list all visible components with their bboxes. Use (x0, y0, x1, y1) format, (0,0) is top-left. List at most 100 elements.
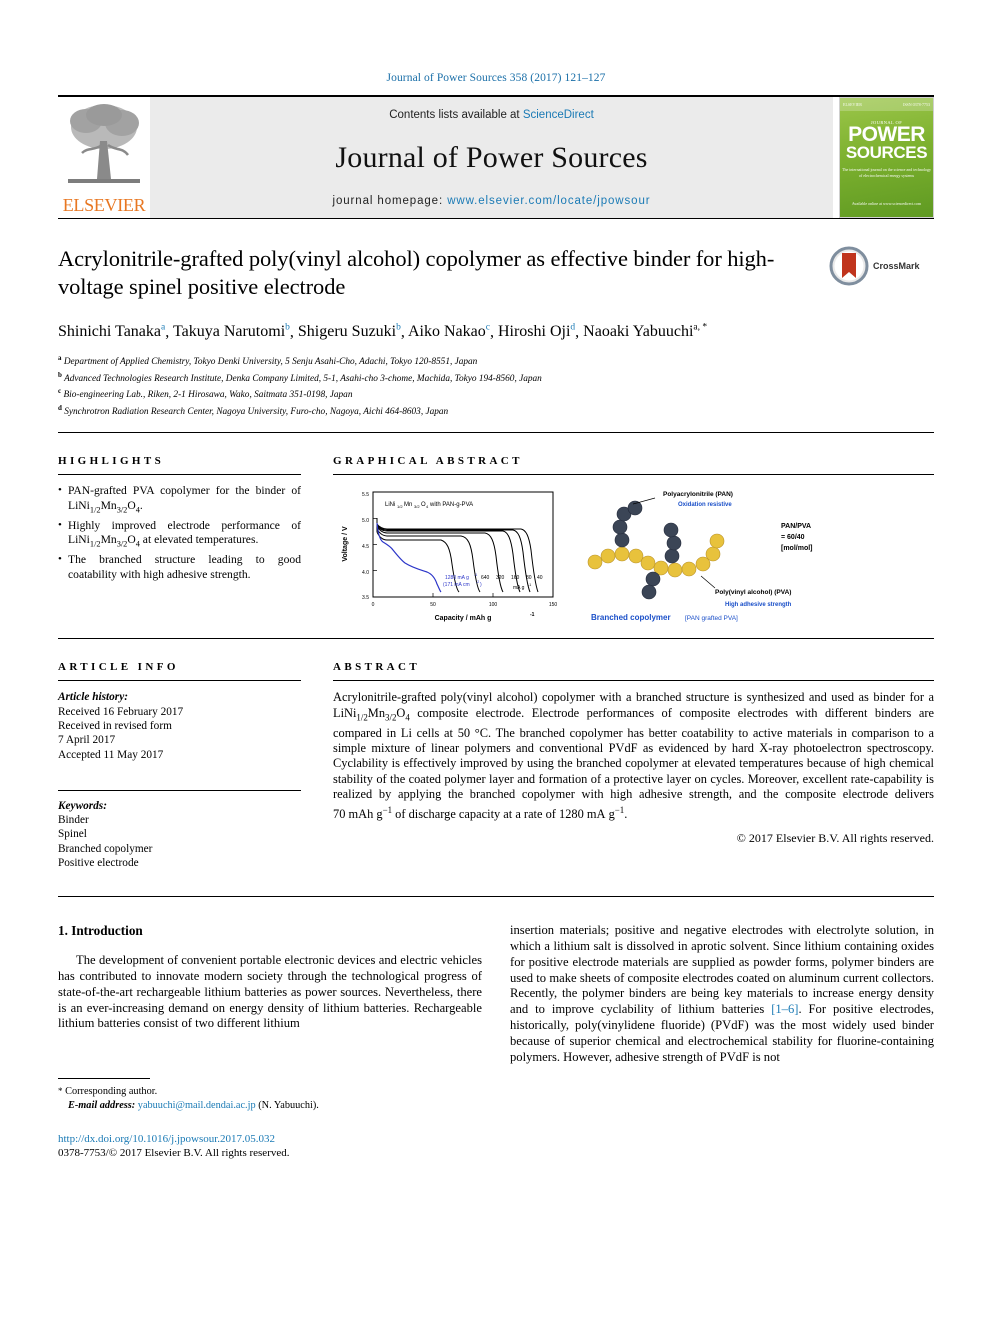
affiliation-text: Advanced Technologies Research Institute… (64, 373, 542, 384)
author-5: Naoaki Yabuuchia, * (583, 323, 707, 340)
abstract-bottom-rule (58, 896, 934, 898)
svg-text:160: 160 (511, 575, 520, 581)
svg-text:mA g: mA g (513, 585, 525, 591)
homepage-prefix: journal homepage: (332, 195, 448, 207)
author-name: Takuya Narutomi (172, 323, 286, 341)
svg-text:with PAN-g-PVA: with PAN-g-PVA (429, 502, 473, 508)
article-info-column: ARTICLE INFO Article history: Received 1… (58, 639, 301, 870)
affiliation-item: c Bio-engineering Lab., Riken, 2-1 Hiros… (58, 385, 934, 402)
affiliation-mark: d (58, 403, 62, 412)
author-name: Shigeru Suzuki (297, 323, 397, 341)
body-column-left: 1. Introduction The development of conve… (58, 923, 482, 1160)
highlights-rule (58, 474, 301, 476)
list-item: The branched structure leading to good c… (58, 552, 301, 582)
branched-copolymer-schematic: Polyacrylonitrile (PAN) Oxidation resist… (587, 491, 813, 622)
svg-text:Mn: Mn (404, 502, 412, 508)
cover-top-bar: ELSEVIER ISSN 0378-7753 (840, 98, 933, 111)
cover-elsevier-mark: ELSEVIER (843, 102, 862, 107)
pan-sublabel: Oxidation resistive (678, 502, 732, 508)
author-affil-mark: b (396, 323, 401, 333)
crossmark-badge[interactable]: CrossMark (829, 245, 934, 287)
author-name: Naoaki Yabuuchi (583, 323, 694, 341)
svg-text:-1: -1 (528, 583, 531, 587)
author-affil-mark: a (161, 323, 166, 333)
article-info-and-abstract: ARTICLE INFO Article history: Received 1… (58, 639, 934, 870)
pva-label: Poly(vinyl alcohol) (PVA) (715, 589, 791, 596)
body-columns: 1. Introduction The development of conve… (58, 923, 934, 1160)
pan-label: Polyacrylonitrile (PAN) (663, 491, 733, 498)
crossmark-icon (829, 246, 869, 286)
svg-text:-1: -1 (474, 573, 477, 577)
affiliation-item: a Department of Applied Chemistry, Tokyo… (58, 352, 934, 369)
citation-link[interactable]: [1–6] (771, 1002, 798, 1016)
svg-text:-1: -1 (530, 612, 535, 618)
author-affil-mark: a, * (693, 323, 708, 333)
svg-text:320: 320 (496, 575, 505, 581)
affiliation-mark: a (58, 354, 62, 363)
affiliation-text: Bio-engineering Lab., Riken, 2-1 Hirosaw… (63, 390, 353, 401)
svg-text:-2: -2 (476, 580, 479, 584)
intro-paragraph-right: insertion materials; positive and negati… (510, 923, 934, 1065)
contents-available-line: Contents lists available at ScienceDirec… (389, 109, 594, 121)
affiliation-mark: c (58, 387, 62, 396)
cover-footer: Available online at www.sciencedirect.co… (851, 201, 922, 206)
keywords-label: Keywords: (58, 799, 107, 812)
svg-text:1280 mA g: 1280 mA g (445, 575, 469, 581)
author-affil-mark: d (570, 323, 576, 333)
graphical-abstract-column: GRAPHICAL ABSTRACT 5.5 5.0 4.5 4.0 3.5 0… (333, 433, 934, 624)
email-label: E-mail address: (68, 1099, 136, 1111)
history-item: Accepted 11 May 2017 (58, 748, 164, 761)
svg-text:4.0: 4.0 (362, 570, 369, 576)
issn-copyright-line: 0378-7753/© 2017 Elsevier B.V. All right… (58, 1147, 290, 1160)
abstract-rule (333, 680, 934, 682)
author-name: Shinichi Tanaka (58, 323, 162, 341)
journal-cover-thumbnail: ELSEVIER ISSN 0378-7753 JOURNAL OF POWER… (839, 97, 934, 218)
footnote-rule (58, 1078, 150, 1080)
abstract-column: ABSTRACT Acrylonitrile-grafted poly(viny… (333, 639, 934, 870)
affiliation-item: d Synchrotron Radiation Research Center,… (58, 402, 934, 419)
svg-text:40: 40 (537, 575, 543, 581)
article-history-block: Article history: Received 16 February 20… (58, 690, 301, 761)
pva-sublabel: High adhesive strength (725, 602, 792, 608)
journal-title: Journal of Power Sources (335, 141, 648, 174)
author-4: Hiroshi Ojid (498, 323, 575, 340)
list-item: PAN-grafted PVA copolymer for the binder… (58, 483, 301, 518)
author-affil-mark: c (485, 323, 490, 333)
highlights-heading: HIGHLIGHTS (58, 455, 165, 468)
journal-homepage-line: journal homepage: www.elsevier.com/locat… (333, 195, 651, 207)
email-note: E-mail address: yabuuchi@mail.dendai.ac.… (58, 1099, 482, 1113)
author-affil-mark: b (285, 323, 290, 333)
svg-text:3/2: 3/2 (414, 504, 420, 509)
graphical-abstract-heading: GRAPHICAL ABSTRACT (333, 455, 523, 468)
sciencedirect-link[interactable]: ScienceDirect (523, 109, 594, 121)
elsevier-tree-icon (68, 104, 140, 183)
svg-text:50: 50 (430, 602, 436, 608)
affiliation-text: Department of Applied Chemistry, Tokyo D… (63, 357, 478, 368)
graphical-abstract-rule (333, 474, 934, 476)
svg-text:Voltage / V: Voltage / V (342, 526, 349, 562)
discharge-curve-chart: 5.5 5.0 4.5 4.0 3.5 0 50 100 150 Capacit… (342, 491, 558, 622)
corresponding-star: * (58, 1086, 63, 1097)
article-info-heading: ARTICLE INFO (58, 661, 179, 674)
author-name: Aiko Nakao (407, 323, 486, 341)
ratio-line-3: [mol/mol] (781, 545, 813, 552)
footnote-block: * Corresponding author. E-mail address: … (58, 1085, 482, 1112)
masthead-center: Contents lists available at ScienceDirec… (150, 97, 833, 218)
article-info-rule (58, 680, 301, 682)
article-first-page: Journal of Power Sources 358 (2017) 121–… (0, 0, 992, 1323)
running-head: Journal of Power Sources 358 (2017) 121–… (386, 72, 606, 84)
history-item: Received 16 February 2017 (58, 705, 184, 718)
corresponding-author-note: * Corresponding author. (58, 1085, 482, 1099)
homepage-link[interactable]: www.elsevier.com/locate/jpowsour (447, 195, 650, 207)
highlights-column: HIGHLIGHTS PAN-grafted PVA copolymer for… (58, 433, 301, 624)
email-link[interactable]: yabuuchi@mail.dendai.ac.jp (138, 1100, 256, 1111)
highlights-and-graphical-abstract: HIGHLIGHTS PAN-grafted PVA copolymer for… (58, 433, 934, 624)
keyword-item: Spinel (58, 828, 87, 841)
doi-link[interactable]: http://dx.doi.org/10.1016/j.jpowsour.201… (58, 1132, 482, 1146)
pva-leader-line (700, 576, 716, 589)
page-title: Acrylonitrile-grafted poly(vinyl alcohol… (58, 246, 775, 299)
crossmark-label: CrossMark (873, 261, 920, 271)
svg-text:0: 0 (372, 602, 375, 608)
svg-text:150: 150 (549, 602, 558, 608)
history-item: 7 April 2017 (58, 734, 116, 747)
